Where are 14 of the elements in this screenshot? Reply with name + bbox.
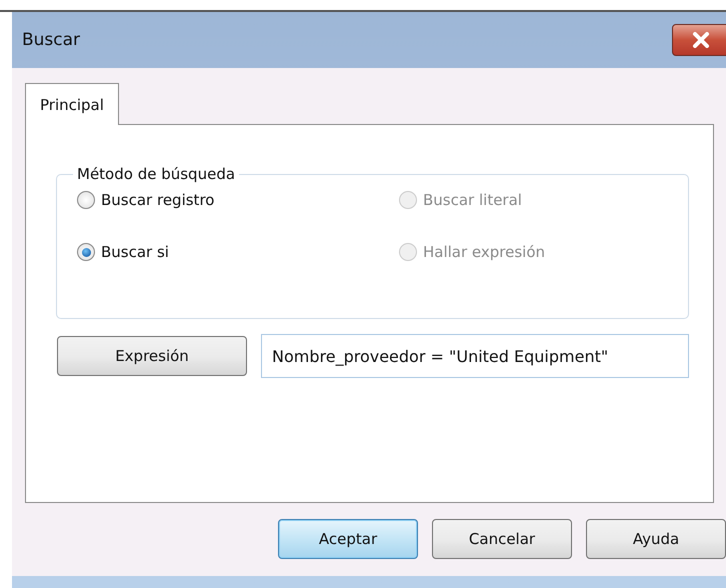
group-title: Método de búsqueda — [76, 165, 236, 183]
window-title: Buscar — [22, 30, 80, 50]
close-icon — [691, 32, 711, 48]
expression-button[interactable]: Expresión — [57, 336, 247, 376]
radio-button[interactable] — [77, 243, 95, 261]
dialog-button[interactable]: Cancelar — [432, 519, 572, 559]
tab[interactable]: Principal — [25, 83, 119, 125]
radio-label[interactable]: Buscar si — [101, 243, 169, 261]
expression-field[interactable]: Nombre_proveedor = "United Equipment" — [261, 334, 689, 378]
close-button[interactable] — [672, 24, 726, 56]
radio-button[interactable] — [77, 191, 95, 209]
dialog-button[interactable]: Ayuda — [586, 519, 726, 559]
radio-label[interactable]: Buscar registro — [101, 191, 214, 209]
dialog-button[interactable]: Aceptar — [278, 519, 418, 559]
